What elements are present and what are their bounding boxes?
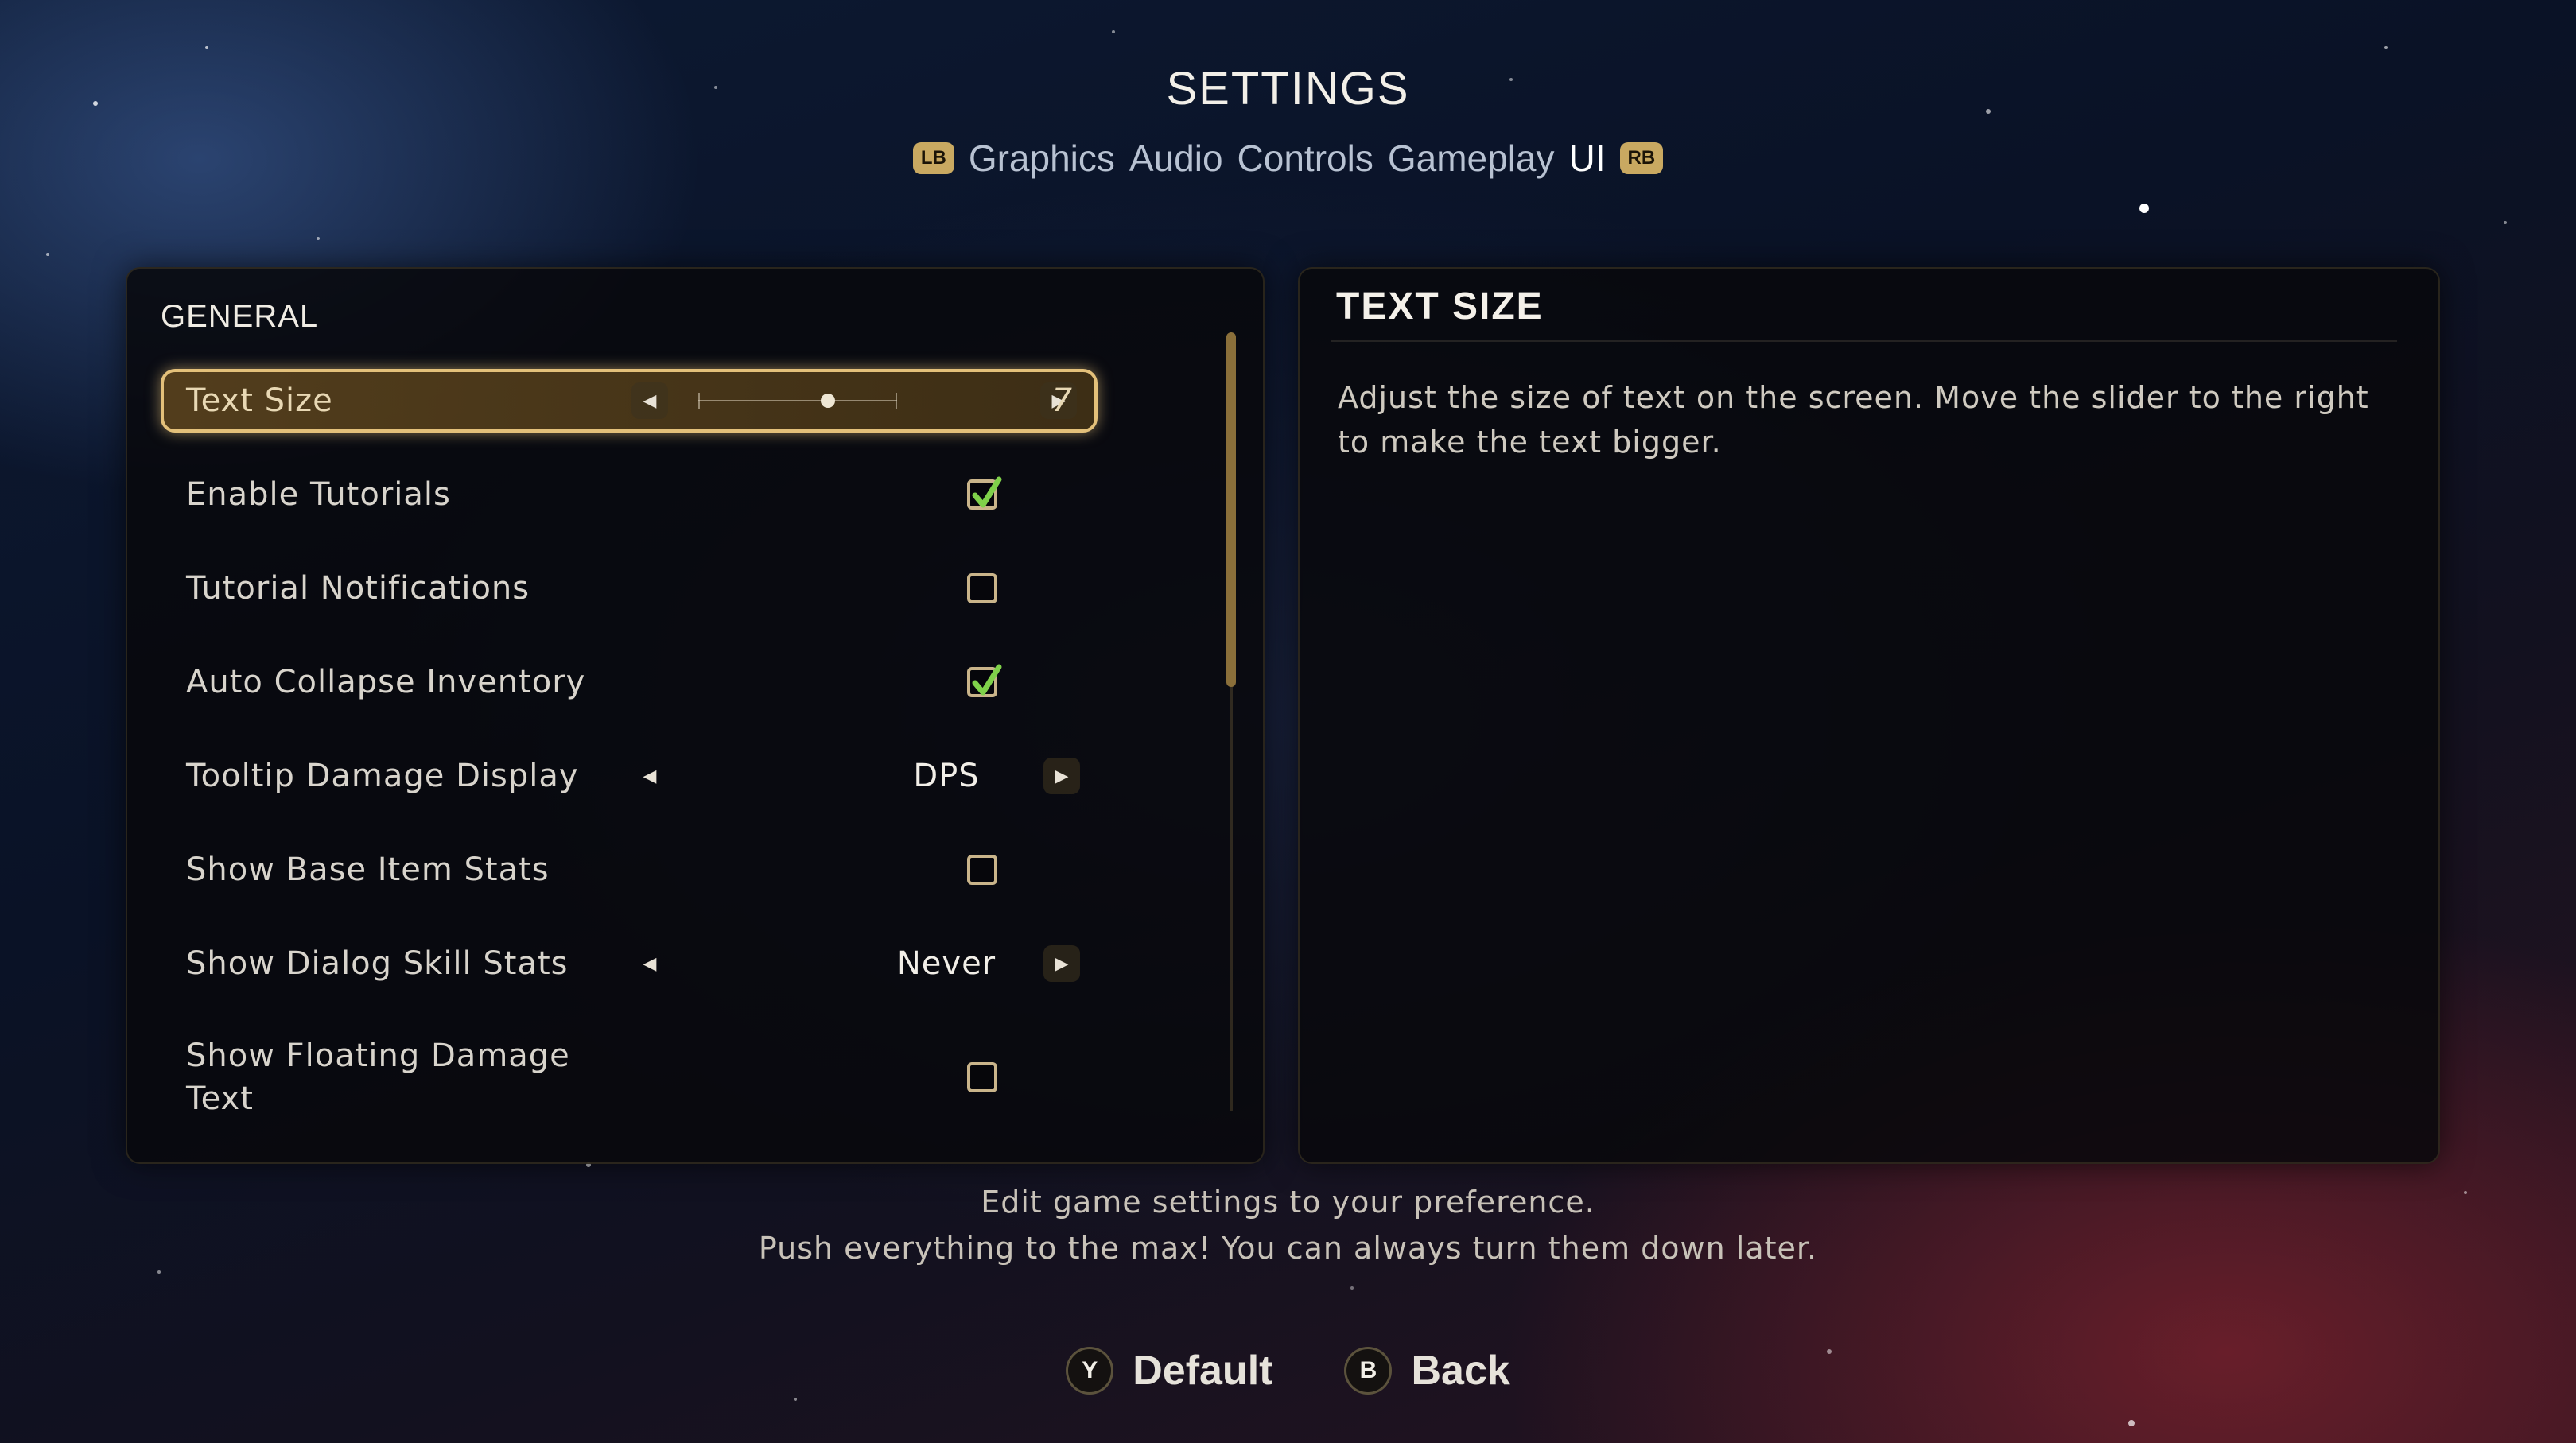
tooltip-damage-display-value: DPS (913, 758, 980, 794)
enable-tutorials-checkbox[interactable] (967, 476, 1002, 510)
setting-row-enable-tutorials[interactable]: Enable Tutorials (161, 463, 1098, 526)
description-title: TEXT SIZE (1336, 285, 1544, 328)
scrollbar-thumb[interactable] (1226, 332, 1236, 687)
section-title: GENERAL (161, 299, 319, 334)
tab-gameplay[interactable]: Gameplay (1388, 137, 1555, 180)
tab-audio[interactable]: Audio (1129, 137, 1223, 180)
setting-label: Tooltip Damage Display (186, 758, 579, 794)
page-title: SETTINGS (1166, 63, 1410, 114)
back-action[interactable]: B Back (1344, 1347, 1510, 1395)
action-bar: Y Default B Back (0, 1347, 2576, 1395)
setting-label: Text Size (186, 382, 333, 419)
auto-collapse-inventory-checkbox[interactable] (967, 664, 1002, 697)
tab-controls[interactable]: Controls (1237, 137, 1373, 180)
settings-scrollbar[interactable] (1223, 332, 1239, 1111)
checkmark-icon (972, 664, 1002, 696)
show-dialog-skill-stats-value: Never (896, 945, 997, 982)
footer-hint-line-1: Edit game settings to your preference. (981, 1185, 1595, 1220)
default-button-label[interactable]: Default (1133, 1347, 1272, 1395)
arrow-left-icon[interactable]: ◀ (631, 945, 668, 982)
text-size-slider-track[interactable] (698, 393, 897, 409)
tutorial-notifications-checkbox[interactable] (967, 573, 997, 603)
arrow-left-icon[interactable]: ◀ (631, 758, 668, 794)
settings-tab-bar: LB Graphics Audio Controls Gameplay UI R… (0, 137, 2576, 180)
default-action[interactable]: Y Default (1066, 1347, 1272, 1395)
text-size-value: 7 (1051, 382, 1072, 419)
setting-row-show-dialog-skill-stats[interactable]: Show Dialog Skill Stats ◀ Never ▶ (161, 932, 1098, 995)
description-text: Adjust the size of text on the screen. M… (1338, 380, 2369, 460)
checkmark-icon (972, 476, 1002, 508)
text-size-slider-knob[interactable] (820, 394, 835, 408)
right-bumper-icon[interactable]: RB (1619, 142, 1664, 174)
setting-row-text-size[interactable]: Text Size ◀ ▶ 7 (161, 369, 1098, 433)
y-button-icon: Y (1066, 1347, 1114, 1395)
setting-row-tutorial-notifications[interactable]: Tutorial Notifications (161, 557, 1098, 620)
show-base-item-stats-checkbox[interactable] (967, 855, 997, 885)
settings-list-panel: GENERAL Text Size ◀ ▶ 7 Enable Tutorials… (126, 267, 1265, 1164)
footer-hint-line-2: Push everything to the max! You can alwa… (758, 1231, 1818, 1266)
setting-label: Show Dialog Skill Stats (186, 945, 569, 982)
description-divider (1331, 340, 2397, 342)
left-bumper-icon[interactable]: LB (912, 142, 954, 174)
arrow-right-icon[interactable]: ▶ (1043, 758, 1080, 794)
setting-row-show-floating-damage-text[interactable]: Show Floating Damage Text (161, 1034, 1098, 1121)
description-panel: TEXT SIZE Adjust the size of text on the… (1298, 267, 2440, 1164)
setting-label: Auto Collapse Inventory (186, 664, 586, 700)
arrow-right-icon[interactable]: ▶ (1043, 945, 1080, 982)
arrow-left-icon[interactable]: ◀ (631, 382, 668, 419)
setting-label: Show Floating Damage Text (186, 1038, 570, 1117)
tab-graphics[interactable]: Graphics (969, 137, 1115, 180)
setting-label: Enable Tutorials (186, 476, 451, 513)
back-button-label[interactable]: Back (1411, 1347, 1509, 1395)
setting-row-tooltip-damage-display[interactable]: Tooltip Damage Display ◀ DPS ▶ (161, 744, 1098, 808)
setting-row-auto-collapse-inventory[interactable]: Auto Collapse Inventory (161, 650, 1098, 714)
setting-row-show-base-item-stats[interactable]: Show Base Item Stats (161, 838, 1098, 902)
setting-label: Show Base Item Stats (186, 851, 550, 888)
setting-label: Tutorial Notifications (186, 570, 530, 607)
show-floating-damage-text-checkbox[interactable] (967, 1062, 997, 1092)
tab-ui[interactable]: UI (1569, 137, 1606, 180)
b-button-icon: B (1344, 1347, 1393, 1395)
